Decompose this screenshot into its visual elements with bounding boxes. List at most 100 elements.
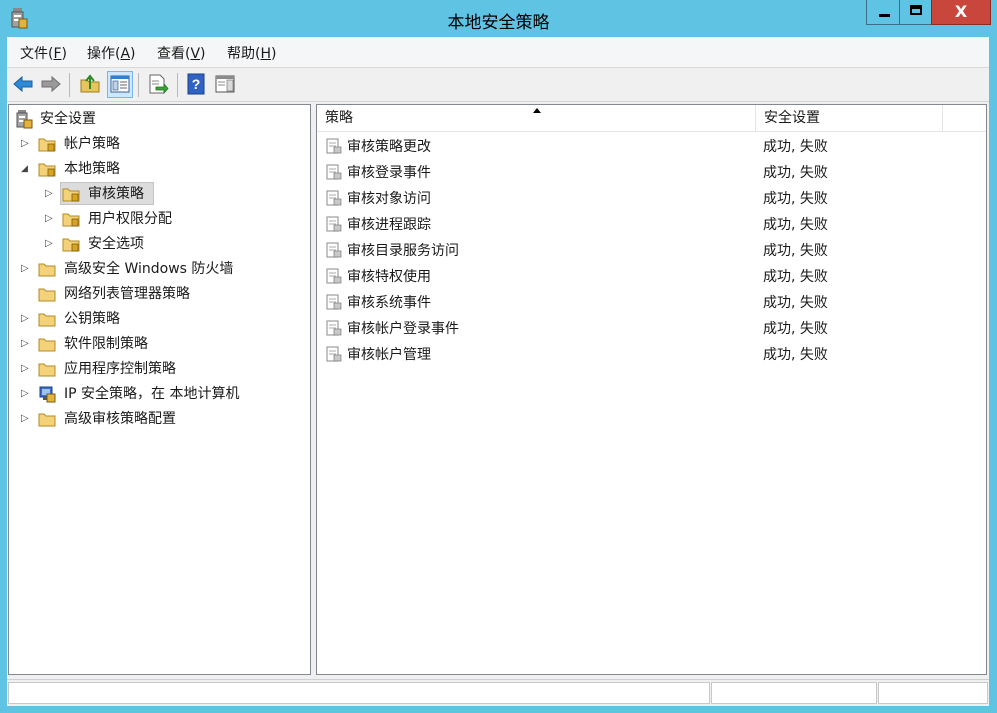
- column-header-security-setting[interactable]: 安全设置: [756, 105, 943, 132]
- folder-icon: [38, 313, 56, 327]
- close-button[interactable]: X: [931, 0, 991, 25]
- tree-label: IP 安全策略，在 本地计算机: [64, 386, 240, 402]
- folder-icon: [38, 363, 56, 377]
- policy-setting-icon: [326, 216, 342, 232]
- tree-label: 用户权限分配: [88, 211, 172, 227]
- tree-label: 安全选项: [88, 236, 144, 252]
- tree-label: 高级安全 Windows 防火墙: [64, 261, 234, 277]
- tree-label: 本地策略: [64, 161, 120, 177]
- policy-setting-icon: [326, 242, 342, 258]
- table-row[interactable]: 审核目录服务访问 成功, 失败: [317, 237, 977, 263]
- expand-arrow-icon[interactable]: ▷: [21, 258, 31, 280]
- tree-item-local-policies[interactable]: ◢ 本地策略: [9, 158, 309, 180]
- window-client: 文件(F) 操作(A) 查看(V) 帮助(H) ? 安全设置 ▷ 帐户策略 ◢ …: [7, 37, 989, 706]
- policy-folder-icon: [62, 238, 80, 252]
- status-panel-main: [8, 682, 710, 704]
- toolbar: ?: [7, 68, 989, 102]
- ip-security-icon: [39, 386, 56, 403]
- expand-arrow-icon[interactable]: ▷: [21, 333, 31, 355]
- policy-setting: 成功, 失败: [763, 191, 828, 207]
- tree-label: 安全设置: [40, 111, 96, 127]
- status-panel: [878, 682, 988, 704]
- table-row[interactable]: 审核登录事件 成功, 失败: [317, 159, 977, 185]
- menu-view[interactable]: 查看(V): [157, 43, 206, 63]
- table-row[interactable]: 审核进程跟踪 成功, 失败: [317, 211, 977, 237]
- forward-icon[interactable]: [40, 73, 62, 95]
- table-row[interactable]: 审核特权使用 成功, 失败: [317, 263, 977, 289]
- policy-setting: 成功, 失败: [763, 321, 828, 337]
- show-hide-console-tree-icon: [110, 75, 130, 93]
- menu-bar: 文件(F) 操作(A) 查看(V) 帮助(H): [7, 37, 989, 68]
- maximize-button[interactable]: [899, 0, 932, 25]
- policy-folder-open-icon: [38, 163, 56, 177]
- tree-item-application-control[interactable]: ▷ 应用程序控制策略: [9, 358, 309, 380]
- menu-file[interactable]: 文件(F): [20, 43, 67, 63]
- policy-setting: 成功, 失败: [763, 347, 828, 363]
- policy-name: 审核登录事件: [347, 165, 431, 181]
- policy-setting-icon: [326, 294, 342, 310]
- expand-arrow-icon[interactable]: ▷: [45, 233, 55, 255]
- column-header-filler: [943, 105, 986, 132]
- policy-setting: 成功, 失败: [763, 295, 828, 311]
- table-row[interactable]: 审核帐户登录事件 成功, 失败: [317, 315, 977, 341]
- tree-item-security-options[interactable]: ▷ 安全选项: [9, 233, 309, 255]
- tree-item-account-policies[interactable]: ▷ 帐户策略: [9, 133, 309, 155]
- tree-item-audit-policy[interactable]: ▷ 审核策略: [9, 183, 309, 205]
- policy-setting: 成功, 失败: [763, 139, 828, 155]
- collapse-arrow-icon[interactable]: ◢: [21, 158, 31, 180]
- show-action-pane-icon[interactable]: [214, 73, 236, 95]
- policy-setting-icon: [326, 190, 342, 206]
- tree-item-network-list-manager[interactable]: 网络列表管理器策略: [9, 283, 309, 305]
- toolbar-separator: [138, 73, 139, 97]
- policy-setting-icon: [326, 138, 342, 154]
- expand-arrow-icon[interactable]: ▷: [21, 308, 31, 330]
- svg-text:?: ?: [192, 76, 201, 92]
- tree-item-user-rights-assignment[interactable]: ▷ 用户权限分配: [9, 208, 309, 230]
- folder-icon: [38, 338, 56, 352]
- back-icon[interactable]: [12, 73, 34, 95]
- policy-folder-icon: [62, 188, 80, 202]
- console-tree[interactable]: 安全设置 ▷ 帐户策略 ◢ 本地策略 ▷ 审核策略 ▷ 用户权限分配 ▷ 安全选…: [8, 104, 311, 675]
- expand-arrow-icon[interactable]: ▷: [21, 358, 31, 380]
- up-folder-icon[interactable]: [79, 73, 101, 95]
- expand-arrow-icon[interactable]: ▷: [21, 408, 31, 430]
- tree-item-public-key-policies[interactable]: ▷ 公钥策略: [9, 308, 309, 330]
- folder-icon: [38, 413, 56, 427]
- minimize-button[interactable]: [866, 0, 900, 25]
- show-hide-console-tree-button[interactable]: [107, 71, 133, 98]
- tree-item-windows-firewall[interactable]: ▷ 高级安全 Windows 防火墙: [9, 258, 309, 280]
- tree-item-software-restriction[interactable]: ▷ 软件限制策略: [9, 333, 309, 355]
- policy-setting: 成功, 失败: [763, 243, 828, 259]
- table-row[interactable]: 审核策略更改 成功, 失败: [317, 133, 977, 159]
- expand-arrow-icon[interactable]: ▷: [45, 208, 55, 230]
- table-row[interactable]: 审核系统事件 成功, 失败: [317, 289, 977, 315]
- column-header-policy[interactable]: 策略: [317, 105, 756, 132]
- expand-arrow-icon[interactable]: ▷: [21, 133, 31, 155]
- tree-label: 审核策略: [88, 186, 144, 202]
- table-row[interactable]: 审核帐户管理 成功, 失败: [317, 341, 977, 367]
- title-bar[interactable]: 本地安全策略 X: [0, 0, 997, 37]
- menu-help[interactable]: 帮助(H): [227, 43, 276, 63]
- export-list-icon[interactable]: [147, 73, 169, 95]
- window-title: 本地安全策略: [447, 13, 550, 33]
- help-icon[interactable]: ?: [185, 73, 207, 95]
- minimize-icon: [879, 14, 890, 17]
- tree-root-security-settings[interactable]: 安全设置: [9, 108, 309, 130]
- policy-name: 审核策略更改: [347, 139, 431, 155]
- policy-list-view[interactable]: 策略 安全设置 审核策略更改 成功, 失败 审核登录事件 成功, 失败 审核对象…: [316, 104, 987, 675]
- policy-setting: 成功, 失败: [763, 269, 828, 285]
- tree-label: 高级审核策略配置: [64, 411, 176, 427]
- sort-ascending-icon: [533, 108, 541, 113]
- policy-setting-icon: [326, 268, 342, 284]
- expand-arrow-icon[interactable]: ▷: [45, 183, 55, 205]
- menu-action[interactable]: 操作(A): [87, 43, 136, 63]
- toolbar-separator: [177, 73, 178, 97]
- policy-folder-icon: [62, 213, 80, 227]
- maximize-icon: [910, 5, 922, 15]
- tree-label: 网络列表管理器策略: [64, 286, 190, 302]
- tree-item-advanced-audit-policy[interactable]: ▷ 高级审核策略配置: [9, 408, 309, 430]
- expand-arrow-icon[interactable]: ▷: [21, 383, 31, 405]
- tree-item-ip-security-policies[interactable]: ▷ IP 安全策略，在 本地计算机: [9, 383, 309, 405]
- policy-name: 审核帐户管理: [347, 347, 431, 363]
- table-row[interactable]: 审核对象访问 成功, 失败: [317, 185, 977, 211]
